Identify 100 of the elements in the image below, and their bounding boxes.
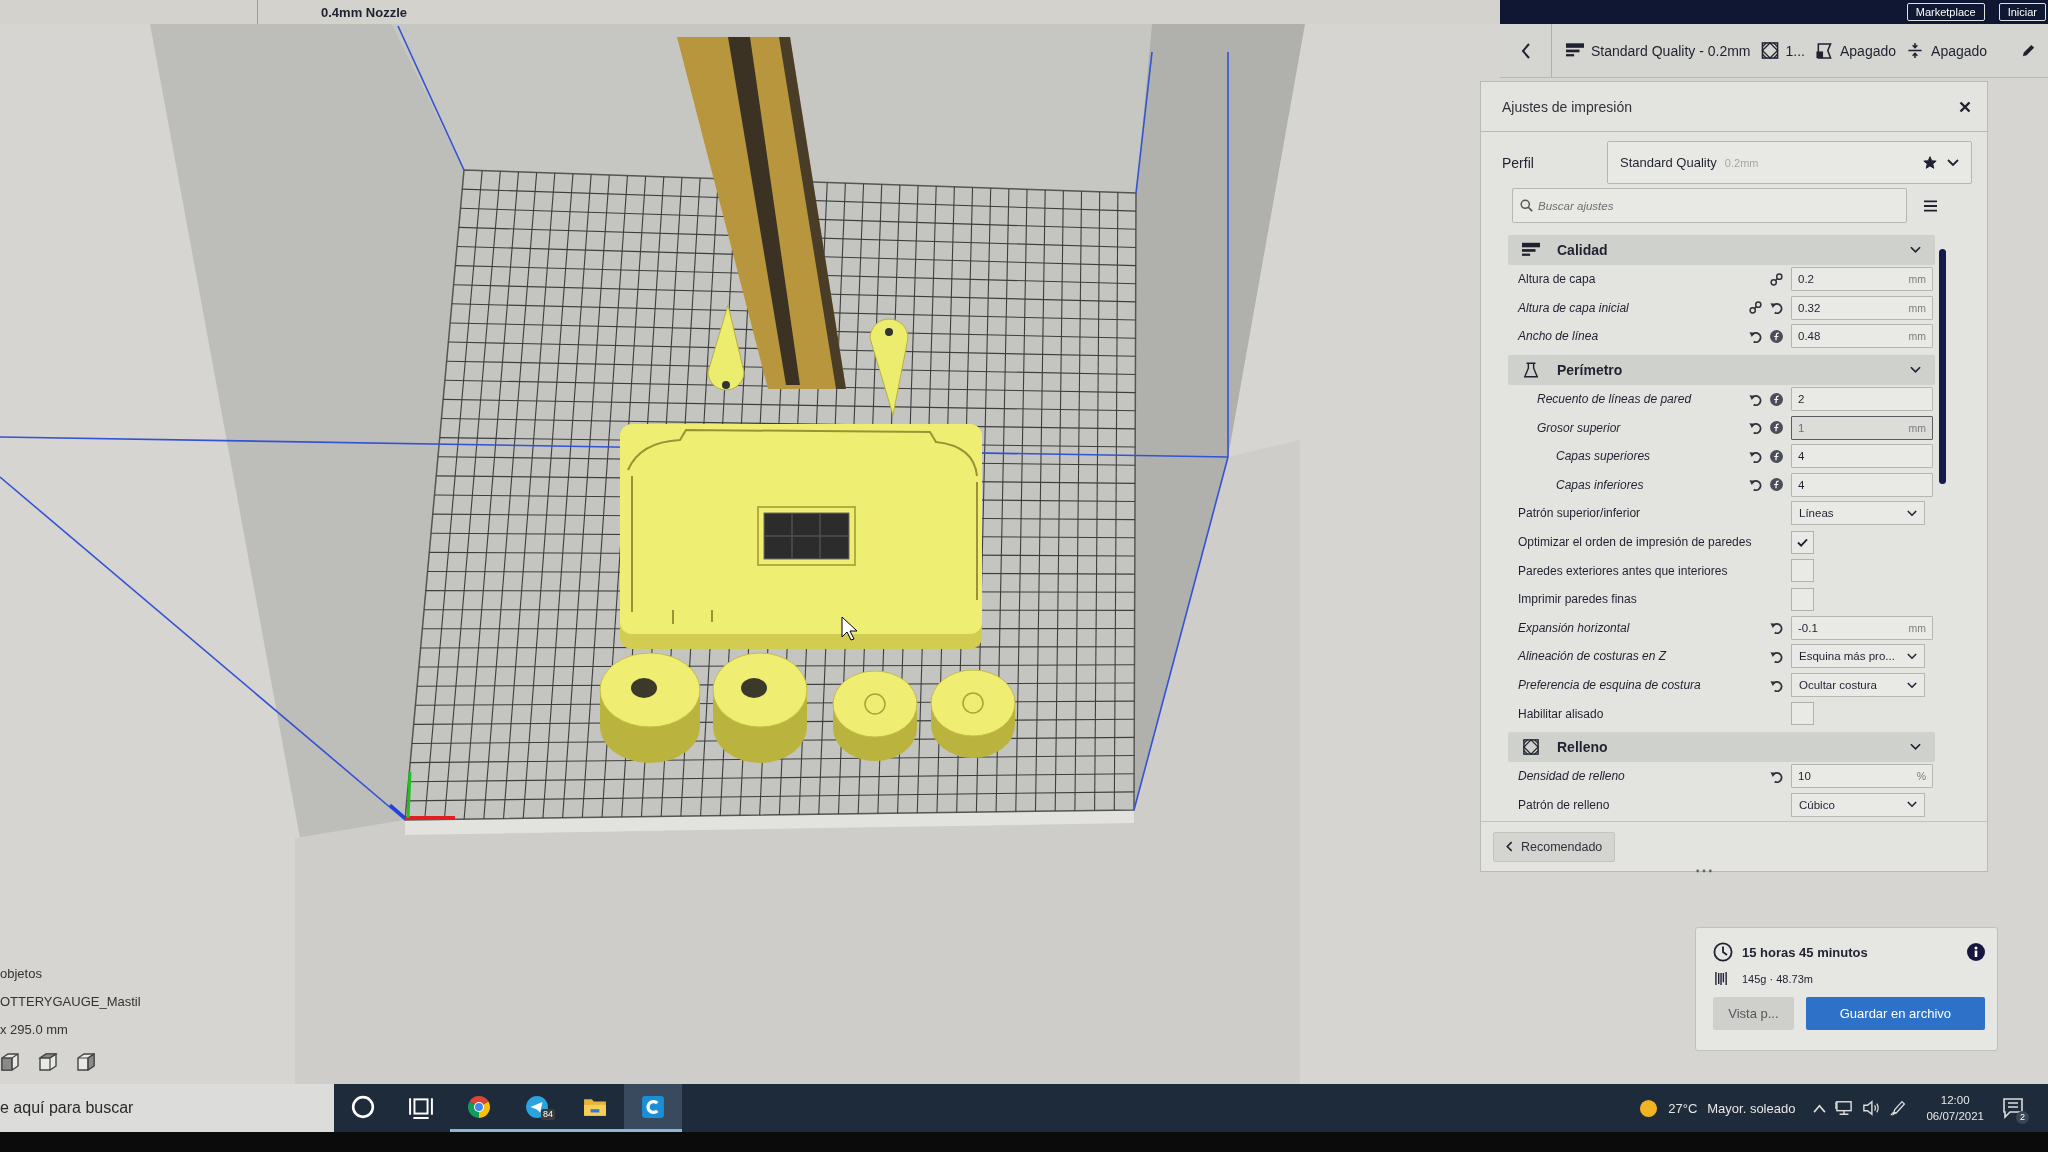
info-icon[interactable] [1967,943,1985,961]
taskbar-button[interactable] [624,1084,682,1132]
chevron-down-icon [1907,801,1917,809]
formula-icon [1770,392,1783,406]
number-field[interactable]: 0.2 mm [1791,267,1933,292]
number-field[interactable]: 2 [1791,387,1933,412]
pen-icon[interactable] [1889,1100,1908,1116]
crosshatch-square-icon [1760,42,1779,59]
formula-icon [1770,330,1783,343]
menu-icon[interactable] [1924,199,1937,212]
reset-icon[interactable] [1749,449,1762,463]
setting-label: Densidad de relleno [1518,769,1626,784]
sun-icon[interactable] [1639,1098,1659,1118]
chevron-down-icon [1947,158,1959,167]
notification-icon[interactable] [2002,1097,2024,1119]
formula-icon [1770,478,1783,492]
setting-label: Alineación de costuras en Z [1518,649,1668,664]
taskbar-search-field[interactable]: e aquí para buscar [0,1084,334,1132]
setting-dropdown[interactable]: Ocultar costura [1791,673,1925,697]
unread-badge: 84 [541,1109,555,1120]
reset-icon[interactable] [1749,330,1762,343]
setting-label: Patrón superior/inferior [1518,506,1642,521]
formula-icon [1770,449,1783,463]
scrollbar[interactable] [1939,249,1946,484]
chevron-left-icon[interactable] [1520,42,1531,59]
setting-label: Altura de capa [1518,272,1597,287]
print-setup-value: Standard Quality - 0.2mm [1591,42,1751,59]
setting-dropdown[interactable]: Líneas [1791,501,1925,526]
reset-icon[interactable] [1749,478,1762,492]
chevron-down-icon [1907,509,1917,517]
printer-nozzle-label[interactable]: 0.4mm Nozzle [321,4,407,20]
clock-time[interactable]: 12:00 [1940,1092,1970,1108]
setting-label: Capas superiores [1556,449,1652,464]
reset-icon[interactable] [1770,678,1783,692]
stage-menu-bar[interactable]: Standard Quality - 0.2mm 1... Apagado Apagado [1500,24,2048,78]
monitor-icon[interactable] [1835,1100,1854,1116]
print-setup-value: 1... [1785,42,1805,59]
reset-icon[interactable] [1749,421,1762,435]
setting-label: Paredes exteriores antes que interiores [1518,563,1729,578]
overhang-icon [1815,42,1833,59]
pencil-icon[interactable] [2021,43,2036,58]
setting-label: Recuento de líneas de pared [1537,392,1693,407]
bars-icon [1522,242,1540,258]
cube-icon[interactable] [38,1052,58,1072]
temperature-label[interactable]: 27°C [1668,1100,1698,1116]
panel-title: Ajustes de impresión [1502,98,1632,115]
checkbox[interactable] [1791,587,1814,611]
reset-icon[interactable] [1770,301,1783,315]
object-list-title: objetos [0,966,43,981]
section-header[interactable]: Perímetro [1508,354,1935,385]
caret-up-icon[interactable] [1813,1103,1827,1113]
tricolor-circle-icon [467,1094,491,1119]
star-icon[interactable] [1923,156,1937,169]
number-field[interactable]: 10 % [1791,764,1933,789]
setting-label: Preferencia de esquina de costura [1518,678,1702,692]
search-field[interactable]: Buscar ajustes [1512,188,1907,223]
checkbox[interactable] [1791,702,1814,726]
setting-label: Capas inferiores [1556,477,1645,492]
reset-icon[interactable] [1770,649,1783,663]
notification-count: 2 [2016,1111,2029,1124]
search-icon [1520,199,1533,212]
section-header[interactable]: Calidad [1508,235,1935,265]
cube-icon[interactable] [0,1052,20,1072]
weather-label[interactable]: Mayor. soleado [1707,1100,1796,1116]
setting-label: Imprimir paredes finas [1518,592,1638,607]
number-field[interactable]: 0.48 mm [1791,324,1933,349]
axis-indicator [389,771,455,820]
nav-button[interactable]: Marketplace [1906,3,1985,21]
save-button[interactable]: Guardar en archivo [1805,997,1985,1030]
profile-dropdown[interactable]: Standard Quality 0.2mm [1607,141,1972,184]
link-icon [1749,301,1762,315]
checkbox[interactable] [1791,559,1814,583]
setting-dropdown[interactable]: Esquina más pro... [1791,644,1925,669]
close-icon[interactable] [1959,100,1971,113]
c-logo-icon [641,1094,665,1119]
reset-icon[interactable] [1770,769,1783,783]
cube-icon[interactable] [76,1052,96,1072]
number-field[interactable]: 1 mm [1791,415,1933,440]
preview-button[interactable]: Vista p... [1713,997,1794,1030]
number-field[interactable]: 4 [1791,444,1933,469]
setting-label: Habilitar alisado [1518,706,1605,721]
checkbox[interactable] [1791,530,1814,554]
viewport[interactable] [0,24,2048,1084]
circle-icon [351,1094,375,1119]
drag-handle-icon[interactable] [1695,869,1713,873]
number-field[interactable]: 4 [1791,472,1933,497]
section-header[interactable]: Relleno [1508,731,1935,762]
speaker-icon[interactable] [1862,1100,1881,1116]
object-name[interactable]: OTTERYGAUGE_Mastil [0,994,141,1009]
formula-icon [1770,421,1783,435]
reset-icon[interactable] [1749,392,1762,406]
setting-dropdown[interactable]: Cúbico [1791,792,1925,817]
recommended-button[interactable]: Recomendado [1493,831,1616,862]
reset-icon[interactable] [1770,621,1783,635]
clock-date[interactable]: 06/07/2021 [1926,1108,1984,1124]
nav-button[interactable]: Iniciar [1998,3,2046,21]
chevron-down-icon [1907,652,1917,660]
object-dimensions: x 295.0 mm [0,1022,69,1037]
number-field[interactable]: -0.1 mm [1791,615,1933,640]
number-field[interactable]: 0.32 mm [1791,295,1933,320]
